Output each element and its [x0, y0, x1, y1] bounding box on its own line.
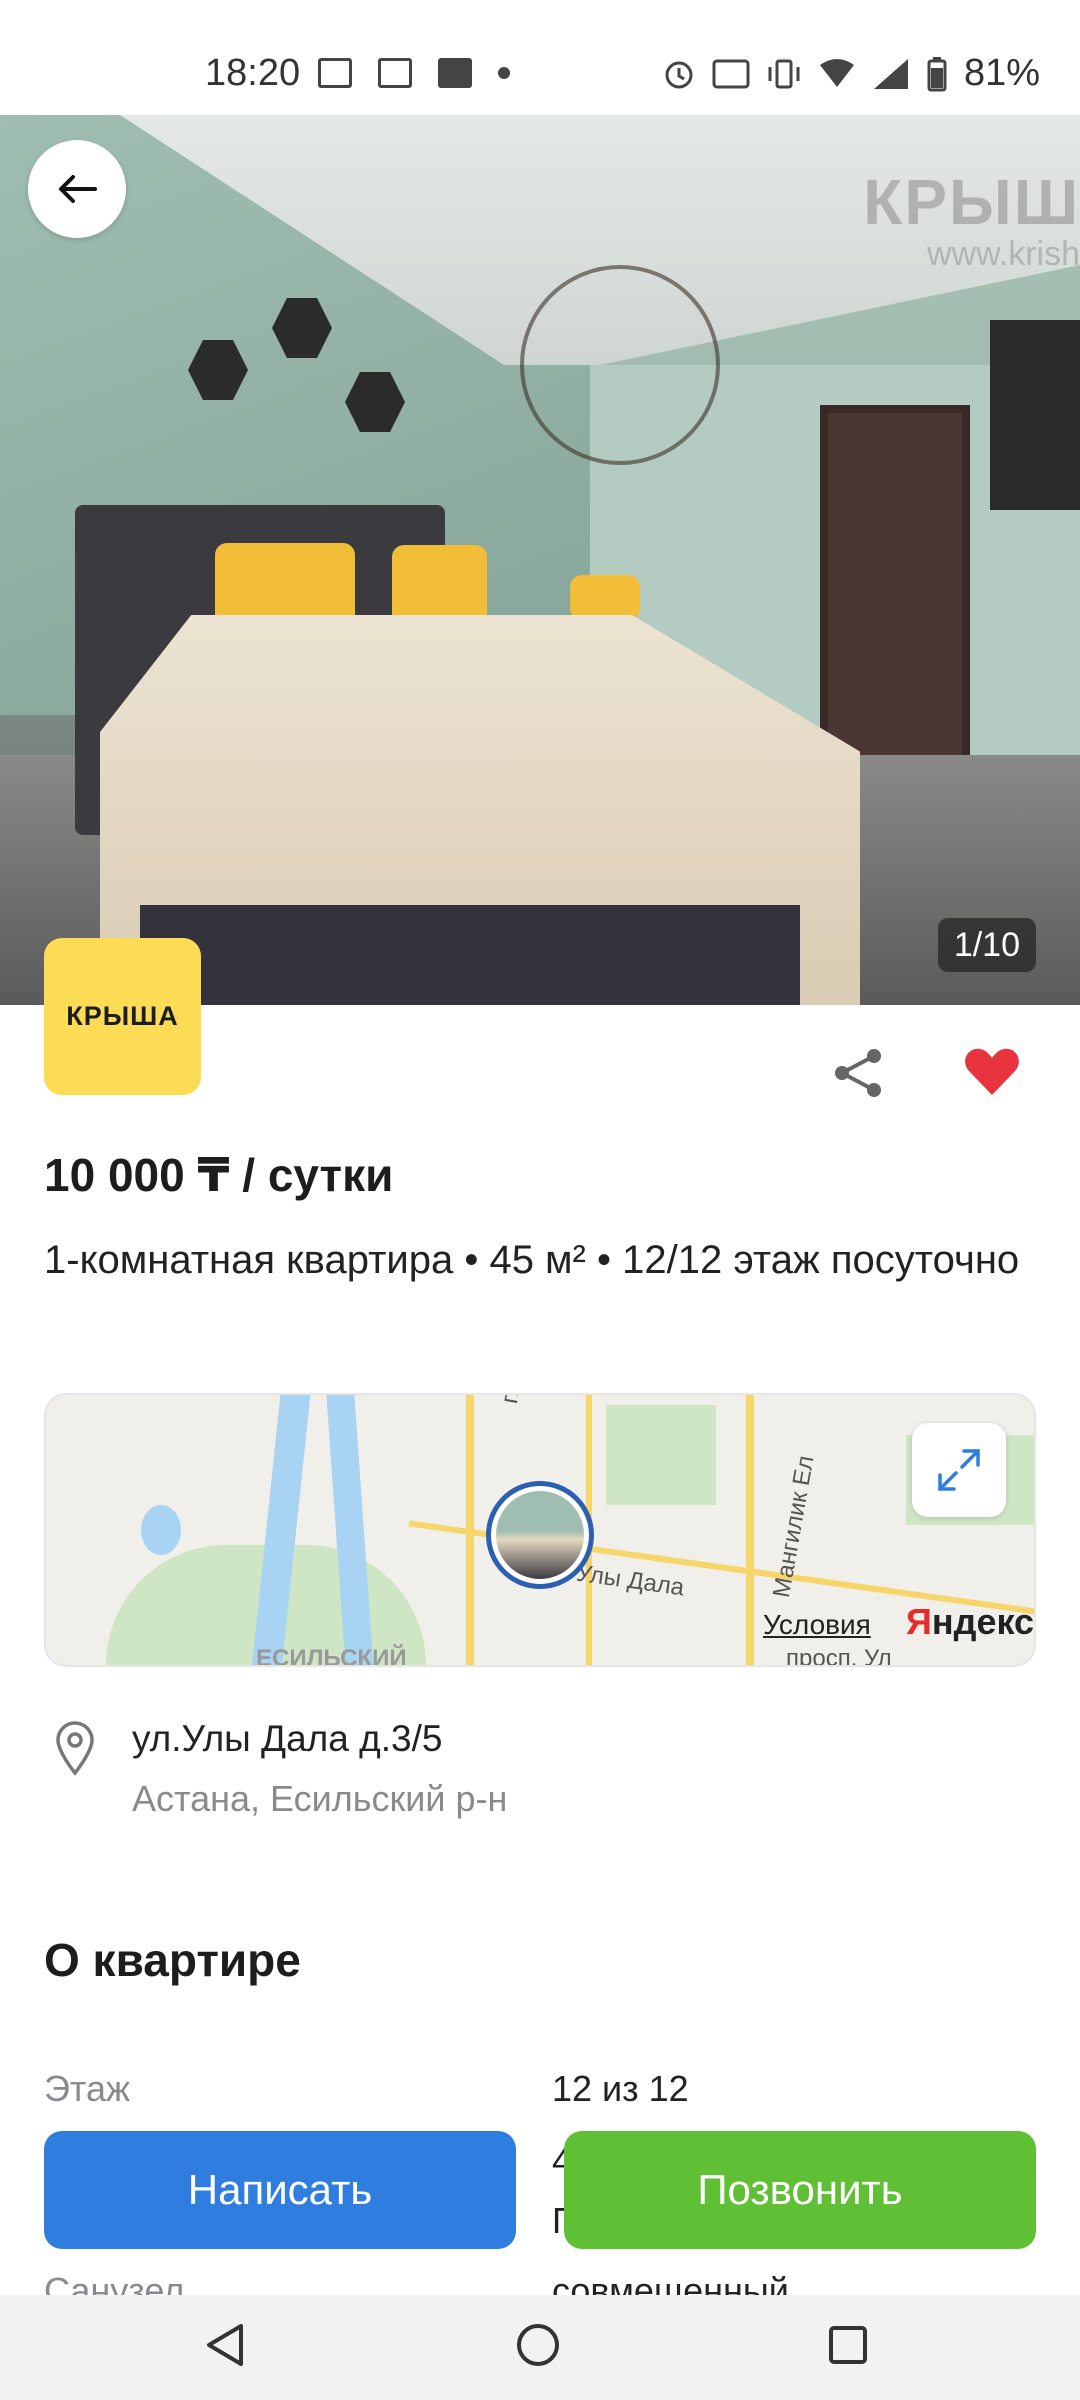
triangle-back-icon — [207, 2324, 243, 2366]
nav-home-button[interactable] — [503, 2315, 573, 2375]
detail-label: Этаж — [44, 2068, 131, 2109]
about-section-title: О квартире — [44, 1934, 301, 1986]
detail-value: 12 из 12 — [552, 2068, 689, 2109]
status-bar: 18:20 81% — [0, 0, 1080, 115]
photo-counter: 1/10 — [937, 918, 1036, 972]
system-icons: 81% — [662, 52, 1040, 95]
yandex-logo-letter: Я — [906, 1601, 932, 1642]
photo-bed-base — [140, 905, 800, 1005]
system-nav-bar — [0, 2295, 1080, 2400]
photo-pillow — [392, 545, 487, 625]
watermark-url: www.krish — [926, 235, 1080, 273]
map-district-label: ЕСИЛЬСКИЙ — [256, 1645, 407, 1667]
location-map[interactable]: просп Улы Дала Мангилик Ел просп. Ул ЕСИ… — [44, 1393, 1036, 1667]
status-time: 18:20 — [205, 52, 301, 94]
battery-icon — [927, 56, 947, 91]
heart-icon — [965, 1048, 1019, 1095]
notification-icons — [318, 58, 510, 88]
share-icon — [835, 1049, 881, 1097]
listing-photo-gallery[interactable]: КРЫШ www.krish — [0, 115, 1080, 1005]
map-location-marker[interactable] — [486, 1481, 594, 1589]
gallery-icon — [378, 58, 412, 88]
stocks-icon — [438, 58, 472, 88]
map-terms-link[interactable]: Условия — [763, 1609, 871, 1641]
nav-recents-button[interactable] — [813, 2315, 883, 2375]
wifi-icon — [819, 58, 854, 87]
share-button[interactable] — [830, 1048, 886, 1098]
expand-icon — [938, 1449, 980, 1491]
photo-chair — [570, 575, 640, 620]
gmail-icon — [318, 58, 352, 88]
address-city: Астана, Есильский р-н — [132, 1778, 508, 1819]
photo-tv — [990, 320, 1080, 510]
alarm-icon — [665, 61, 693, 88]
square-recents-icon — [829, 2326, 867, 2364]
address-street: ул.Улы Дала д.3/5 — [132, 1718, 443, 1759]
map-road — [746, 1395, 754, 1665]
listing-subtitle: 1-комнатная квартира • 45 м² • 12/12 эта… — [44, 1238, 1020, 1282]
photo-chandelier — [520, 265, 720, 465]
map-lake — [141, 1505, 181, 1555]
map-park — [606, 1405, 716, 1505]
listing-price: 10 000 ₸ / сутки — [44, 1149, 394, 1201]
arrow-left-icon — [59, 175, 97, 203]
agency-logo[interactable]: КРЫША — [44, 938, 201, 1095]
nav-back-button[interactable] — [190, 2315, 260, 2375]
circle-home-icon — [517, 2324, 559, 2366]
favorite-button[interactable] — [964, 1047, 1020, 1097]
photo-door — [820, 405, 970, 795]
signal-icon — [873, 58, 908, 89]
location-pin-icon — [56, 1721, 94, 1776]
yandex-logo-rest: ндекс — [931, 1601, 1035, 1642]
back-button[interactable] — [28, 140, 126, 238]
map-expand-button[interactable] — [912, 1423, 1006, 1517]
battery-percent: 81% — [963, 52, 1040, 94]
vibrate-icon — [768, 59, 800, 88]
yandex-logo: Яндекс — [906, 1601, 1034, 1643]
watermark-logo: КРЫШ — [863, 166, 1080, 238]
dot-icon — [498, 67, 510, 79]
map-street-label: просп — [496, 1395, 535, 1406]
marker-thumbnail — [496, 1491, 584, 1579]
auto-hz-icon — [712, 59, 750, 88]
map-street-label: просп. Ул — [786, 1645, 892, 1667]
call-button[interactable]: Позвонить — [564, 2131, 1036, 2249]
write-message-button[interactable]: Написать — [44, 2131, 516, 2249]
